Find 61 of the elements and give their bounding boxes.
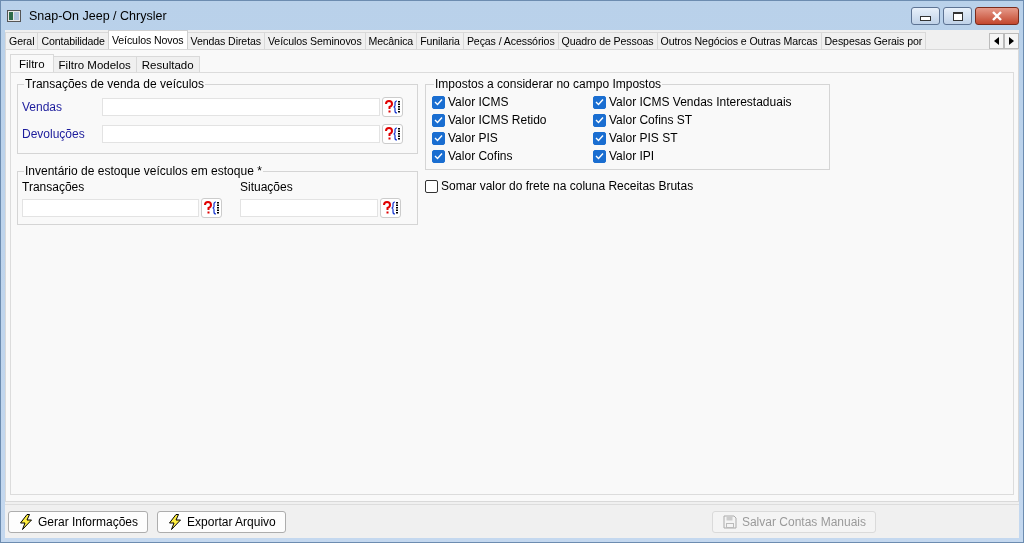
input-field[interactable] <box>240 199 378 217</box>
input-field[interactable] <box>22 199 199 217</box>
action-button[interactable]: Exportar Arquivo <box>157 510 286 533</box>
checkbox-label: Valor IPI <box>609 149 655 163</box>
query-icon <box>202 200 221 216</box>
tab[interactable]: Despesas Gerais por <box>820 32 927 49</box>
app-icon <box>7 9 21 22</box>
tab[interactable]: Quadro de Pessoas <box>557 32 658 49</box>
checkbox[interactable] <box>593 149 606 163</box>
lightning-icon <box>168 513 183 530</box>
scroll-left-button[interactable] <box>989 33 1004 49</box>
tab[interactable]: Geral <box>5 32 39 49</box>
lookup-button[interactable] <box>201 198 222 218</box>
checkbox-label: Valor ICMS <box>448 95 509 109</box>
field-label: Situações <box>240 180 294 194</box>
group-title: Impostos a considerar no campo Impostos <box>434 77 663 91</box>
tab[interactable]: Filtro <box>10 54 54 72</box>
checkbox[interactable] <box>593 131 606 145</box>
minimize-button[interactable] <box>911 7 940 25</box>
checkbox[interactable] <box>425 179 438 193</box>
scroll-right-button[interactable] <box>1004 33 1019 49</box>
checkbox-label: Valor PIS ST <box>609 131 678 145</box>
checkbox[interactable] <box>432 131 445 145</box>
checkbox[interactable] <box>593 95 606 109</box>
field-label: Devoluções <box>22 126 86 141</box>
checkbox-label: Valor Cofins ST <box>609 113 693 127</box>
input-field[interactable] <box>102 97 380 116</box>
field-label: Vendas <box>22 99 64 114</box>
checkbox[interactable] <box>432 149 445 163</box>
tab[interactable]: Outros Negócios e Outras Marcas <box>656 32 822 49</box>
right-arrow-icon <box>1009 37 1014 45</box>
lookup-button[interactable] <box>382 96 403 117</box>
tab[interactable]: Veículos Novos <box>107 30 188 49</box>
lightning-icon <box>19 513 33 530</box>
close-icon <box>991 11 1003 21</box>
checkbox[interactable] <box>593 113 606 127</box>
checkbox-label: Valor PIS <box>448 131 498 145</box>
group-title: Inventário de estoque veículos em estoque * <box>24 164 263 178</box>
checkbox-label: Valor ICMS Retido <box>448 113 547 127</box>
save-icon <box>722 514 737 529</box>
query-icon <box>381 200 400 216</box>
maximize-button[interactable] <box>943 7 972 25</box>
checkbox-label: Valor Cofins <box>448 149 513 163</box>
group-title: Transações de venda de veículos <box>24 77 205 91</box>
lookup-button[interactable] <box>380 198 401 218</box>
checkbox[interactable] <box>432 95 445 109</box>
lookup-button[interactable] <box>382 123 403 144</box>
checkbox-label: Valor ICMS Vendas Interestaduais <box>609 95 792 109</box>
left-arrow-icon <box>994 37 999 45</box>
checkbox[interactable] <box>432 113 445 127</box>
query-icon <box>383 125 402 142</box>
tab[interactable]: Peças / Acessórios <box>462 32 559 49</box>
checkbox-label: Somar valor do frete na coluna Receitas Brutas <box>441 179 694 193</box>
window-title: Snap-On Jeep / Chrysler <box>29 8 167 23</box>
tab[interactable]: Resultado <box>135 56 200 72</box>
close-button[interactable] <box>975 7 1019 25</box>
input-field[interactable] <box>102 124 380 143</box>
action-button[interactable]: Gerar Informações <box>8 510 149 533</box>
field-label: Transações <box>22 180 86 194</box>
query-icon <box>383 98 402 115</box>
tab[interactable]: Filtro Modelos <box>52 56 137 72</box>
